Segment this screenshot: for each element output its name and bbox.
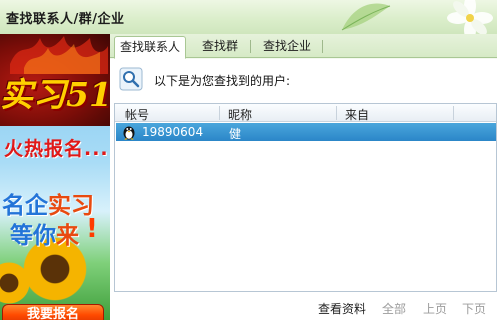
ad-slogan-line1: 名企实习: [2, 186, 94, 220]
tab-find-contact[interactable]: 查找联系人: [114, 36, 186, 59]
title-bar[interactable]: 查找联系人/群/企业: [0, 0, 497, 41]
prev-page-button[interactable]: 上页: [423, 300, 447, 317]
ad-slogan-text: 等你: [10, 223, 56, 249]
column-header-from[interactable]: 来自: [345, 106, 369, 123]
advertisement-banner[interactable]: 实习51 火热报名... 名企实习 等你来 ! 我要报名: [0, 34, 110, 320]
signup-button[interactable]: 我要报名: [2, 304, 104, 320]
table-row[interactable]: 19890604 健: [116, 123, 496, 141]
tab-separator: [250, 40, 251, 53]
ad-hot-text: 火热报名...: [4, 138, 109, 160]
row-account: 19890604: [142, 125, 204, 139]
bottom-action-bar: 查看资料 全部 上页 下页: [110, 292, 497, 320]
ad-exclaim-mark: !: [86, 214, 98, 244]
main-panel: 查找联系人 查找群 查找企业 以下是为您查找到的用户: 帐号 昵称 来自 198…: [110, 34, 497, 320]
next-page-button[interactable]: 下页: [462, 300, 486, 317]
tab-find-group[interactable]: 查找群: [194, 36, 246, 58]
ad-slogan-highlight: 来: [56, 223, 79, 249]
column-separator[interactable]: [336, 106, 337, 120]
column-separator[interactable]: [453, 106, 454, 120]
tab-find-enterprise[interactable]: 查找企业: [254, 36, 320, 58]
search-results-content: 以下是为您查找到的用户: 帐号 昵称 来自 19890604 健 查看资料 全部…: [110, 59, 497, 320]
all-button[interactable]: 全部: [382, 300, 406, 317]
row-nickname: 健: [229, 127, 242, 141]
column-header-account[interactable]: 帐号: [125, 106, 149, 123]
tab-separator: [322, 40, 323, 53]
tab-bar: 查找联系人 查找群 查找企业: [110, 34, 497, 59]
search-icon: [119, 67, 143, 91]
window-title: 查找联系人/群/企业: [6, 12, 125, 27]
penguin-icon: [122, 124, 136, 140]
results-list[interactable]: 帐号 昵称 来自 19890604 健: [114, 103, 497, 292]
column-separator[interactable]: [219, 106, 220, 120]
list-header: 帐号 昵称 来自: [115, 104, 496, 122]
ad-slogan-line2: 等你来: [10, 216, 79, 250]
view-profile-button[interactable]: 查看资料: [318, 300, 366, 317]
column-header-nickname[interactable]: 昵称: [228, 106, 252, 123]
ad-logo: 实习51: [0, 75, 110, 114]
leaf-decoration: [338, 0, 394, 34]
results-info-text: 以下是为您查找到的用户:: [154, 74, 291, 88]
